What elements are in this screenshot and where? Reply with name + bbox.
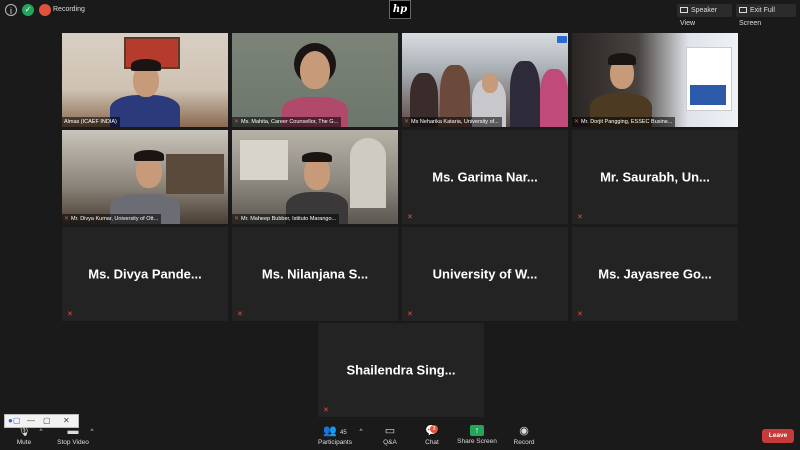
avatar-tile-garima[interactable]: Ms. Garima Nar... ✕ [402,130,568,224]
record-label: Record [513,439,535,446]
minimize-icon[interactable]: — [27,416,35,426]
video-tile-divya-kumar[interactable]: ✕ Mr. Divya Kumar, University of Ott... [62,130,228,224]
crowd-person [540,69,568,127]
participant-hair [302,152,332,162]
speaker-view-button[interactable]: Speaker View [677,4,732,27]
mic-muted-icon: ✕ [577,311,583,318]
participant-name: Ms. Jayasree Go... [598,266,712,282]
participants-icon: 👥 45 [323,425,347,437]
participant-name: Ms. Divya Pande... [88,266,202,282]
exit-fullscreen-icon [739,7,747,13]
video-tile-almas[interactable]: Almas (ICAEF INDIA) [62,33,228,127]
participants-count: 45 [340,430,347,436]
shield-icon[interactable]: ✓ [22,4,34,16]
video-tile-neharika[interactable]: ✕ Ms Neharika Kataria, University of... [402,33,568,127]
exit-fullscreen-button[interactable]: Exit Full Screen [736,4,796,27]
name-label: ✕ Mr. Maheep Bubber, Istituto Marango... [232,214,340,224]
leave-button[interactable]: Leave [762,429,794,443]
close-icon[interactable]: ✕ [63,416,70,426]
share-screen-label: Share Screen [457,438,497,445]
avatar-tile-shailendra[interactable]: Shailendra Sing... ✕ [318,323,484,417]
mic-muted-icon: ✕ [574,119,580,125]
info-icon[interactable]: i [5,4,17,16]
avatar-tile-nilanjana[interactable]: Ms. Nilanjana S... ✕ [232,227,398,321]
name-label: ✕ Ms Neharika Kataria, University of... [402,117,502,127]
mic-muted-icon: ✕ [234,119,240,125]
video-tile-dorjit[interactable]: ✕ Mr. Dorjit Pangging, ESSEC Busine... [572,33,738,127]
share-screen-icon: ↑ [470,425,484,436]
mini-window-controls: ●▢ — ▢ ✕ [4,414,79,428]
zoom-mini-icon[interactable]: ●▢ [8,416,20,426]
background-arch [350,138,386,208]
participant-body [110,95,180,127]
mic-muted-icon: ✕ [237,311,243,318]
maximize-icon[interactable]: ▢ [43,416,51,426]
participant-name: Shailendra Sing... [346,362,456,378]
recording-icon [39,4,51,16]
video-tile-maheep-active-speaker[interactable]: ✕ Mr. Maheep Bubber, Istituto Marango... [232,130,398,224]
participant-name: Ms. Nilanjana S... [261,266,369,282]
mute-button[interactable]: 🎙 Mute [10,425,38,446]
banner-graphic [690,85,726,105]
video-tile-mahita[interactable]: ✕ Ms. Mahita, Career Counsellor, The G... [232,33,398,127]
name-label: ✕ Ms. Mahita, Career Counsellor, The G... [232,117,342,127]
background-window [240,140,288,180]
top-bar: i ✓ Recording hp Speaker View Exit Full … [0,0,800,27]
mic-muted-icon: ✕ [407,311,413,318]
qa-label: Q&A [383,439,397,446]
mic-muted-icon: ✕ [67,311,73,318]
stop-video-label: Stop Video [57,439,89,446]
mic-muted-icon: ✕ [64,216,70,222]
participant-hair [131,59,161,71]
participant-name: Ms. Garima Nar... [432,169,538,185]
video-options-chevron-icon[interactable]: ^ [88,428,96,435]
share-screen-button[interactable]: ↑ Share Screen [456,425,498,445]
qa-button[interactable]: ▭ Q&A [376,425,404,446]
chat-label: Chat [425,439,439,446]
avatar-tile-jayasree[interactable]: Ms. Jayasree Go... ✕ [572,227,738,321]
participant-name: University of W... [432,266,538,282]
mic-muted-icon: ✕ [404,119,410,125]
name-label: ✕ Mr. Divya Kumar, University of Ott... [62,214,162,224]
hp-logo: hp [389,0,411,19]
mute-label: Mute [16,439,32,446]
chat-button[interactable]: 💬 3 Chat [418,425,446,446]
background-shelf [166,154,224,194]
mic-muted-icon: ✕ [234,216,240,222]
participants-label: Participants [318,439,352,446]
audio-options-chevron-icon[interactable]: ^ [37,428,45,435]
chat-unread-badge: 3 [430,425,438,433]
participant-hair [608,53,636,65]
avatar-tile-university-w[interactable]: University of W... ✕ [402,227,568,321]
video-badge-icon [557,36,567,43]
mic-muted-icon: ✕ [407,214,413,221]
participants-button[interactable]: 👥 45 Participants [314,425,356,446]
avatar-tile-divya-pande[interactable]: Ms. Divya Pande... ✕ [62,227,228,321]
recording-label: Recording [53,6,85,13]
qa-icon: ▭ [384,425,396,437]
mic-muted-icon: ✕ [323,407,329,414]
mic-muted-icon: ✕ [577,214,583,221]
record-button[interactable]: ◉ Record [510,425,538,446]
participant-head [300,51,330,89]
participants-options-chevron-icon[interactable]: ^ [357,428,365,435]
crowd-person [510,61,540,127]
speaker-view-icon [680,7,688,13]
participant-head [482,73,498,93]
avatar-tile-saurabh[interactable]: Mr. Saurabh, Un... ✕ [572,130,738,224]
record-icon: ◉ [519,425,529,437]
participant-name: Mr. Saurabh, Un... [600,169,710,185]
meeting-toolbar: 🎙 Mute ^ ▬ Stop Video ^ 👥 45 Participant… [0,422,800,450]
name-label: ✕ Mr. Dorjit Pangging, ESSEC Busine... [572,117,676,127]
participant-hair [134,150,164,161]
name-label: Almas (ICAEF INDIA) [62,117,120,127]
